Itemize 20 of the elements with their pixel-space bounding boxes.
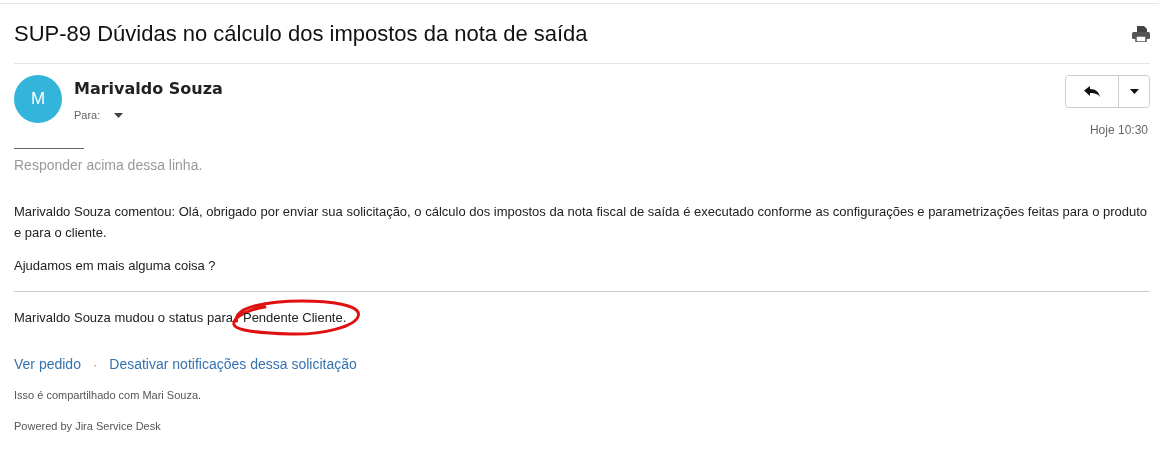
disable-notifications-link[interactable]: Desativar notificações dessa solicitação [109,356,357,372]
sent-time: Hoje 10:30 [1089,123,1148,137]
sender-avatar: M [14,75,62,123]
print-icon[interactable] [1132,25,1150,42]
shared-note: Isso é compartilhado com Mari Souza. [14,389,203,401]
link-separator: · [92,356,98,372]
comment-text: Marivaldo Souza comentou: Olá, obrigado por enviar sua solicitação, o cálculo dos impostos da nota fiscal de saída é executado conforme as configurações e parametrizações feitas para o produto e para o cliente. [14,203,1149,242]
status-value: Pendente Cliente. [242,310,347,325]
comment-text: Ajudamos em mais alguma coisa ? [14,257,217,275]
recipients-label: Para: [74,109,101,121]
powered-by-text: Powered by Jira Service Desk [14,420,162,432]
caret-icon[interactable] [114,112,124,118]
email-subject: SUP-89 Dúvidas no cálculo dos impostos da nota de saída [14,20,588,47]
caret-icon [1129,89,1139,94]
status-change-text: Marivaldo Souza mudou o status para [14,309,233,327]
sender-name: Marivaldo Souza [74,79,223,98]
reply-hint: Responder acima dessa linha. [14,157,204,173]
view-request-link[interactable]: Ver pedido [14,356,81,372]
reply-button[interactable] [1066,76,1119,107]
reply-arrow-icon [1084,86,1100,97]
